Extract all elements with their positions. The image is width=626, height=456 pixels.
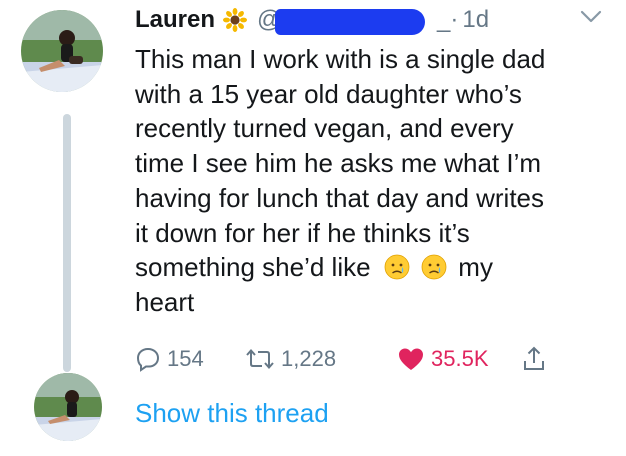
tweet-line: recently turned vegan, and every [135, 113, 514, 144]
crying-face-icon [384, 254, 410, 280]
tweet-line: with a 15 year old daughter who’s [135, 78, 522, 109]
retweet-count: 1,228 [281, 346, 337, 371]
author-name[interactable]: Lauren [135, 6, 215, 34]
tweet-line: having for lunch that day and writes [135, 182, 545, 213]
author-handle[interactable]: @ _ [257, 6, 451, 35]
tweet-line: it down for her if he thinks it’s [135, 217, 470, 248]
tweet-line: time I see him he asks me what I’m [135, 148, 542, 179]
reply-icon [136, 347, 160, 372]
tweet-actions: 154 1,228 35.5K [135, 344, 595, 374]
crying-face-icon [421, 254, 447, 280]
share-icon [524, 346, 544, 370]
handle-redaction [275, 9, 426, 35]
tweet-header: Lauren @ _ · 1d [135, 2, 615, 38]
sunflower-icon [223, 8, 248, 32]
author-avatar[interactable] [21, 10, 103, 92]
tweet-line-with-emoji: something she’d like my [135, 250, 615, 285]
tweet-line: This man I work with is a single dad [135, 44, 546, 74]
retweet-button[interactable]: 1,228 [245, 344, 336, 374]
share-button[interactable] [521, 344, 553, 374]
reply-button[interactable]: 154 [135, 344, 204, 374]
like-count: 35.5K [431, 346, 489, 371]
reply-count: 154 [167, 346, 204, 371]
thread-connector-line [63, 114, 71, 372]
handle-suffix: _ [437, 6, 451, 33]
tweet-line-text: my [458, 252, 493, 283]
timestamp[interactable]: 1d [462, 6, 489, 34]
tweet-line-text: something she’d like [135, 252, 371, 283]
show-thread-link[interactable]: Show this thread [135, 398, 329, 429]
separator-dot: · [450, 6, 459, 33]
retweet-icon [246, 348, 274, 370]
like-button[interactable]: 35.5K [397, 344, 489, 374]
thread-avatar[interactable] [34, 373, 102, 441]
heart-icon [399, 348, 423, 370]
tweet-text: This man I work with is a single dad wit… [135, 42, 615, 320]
chevron-down-icon[interactable] [580, 10, 602, 24]
tweet-line: heart [135, 286, 195, 317]
